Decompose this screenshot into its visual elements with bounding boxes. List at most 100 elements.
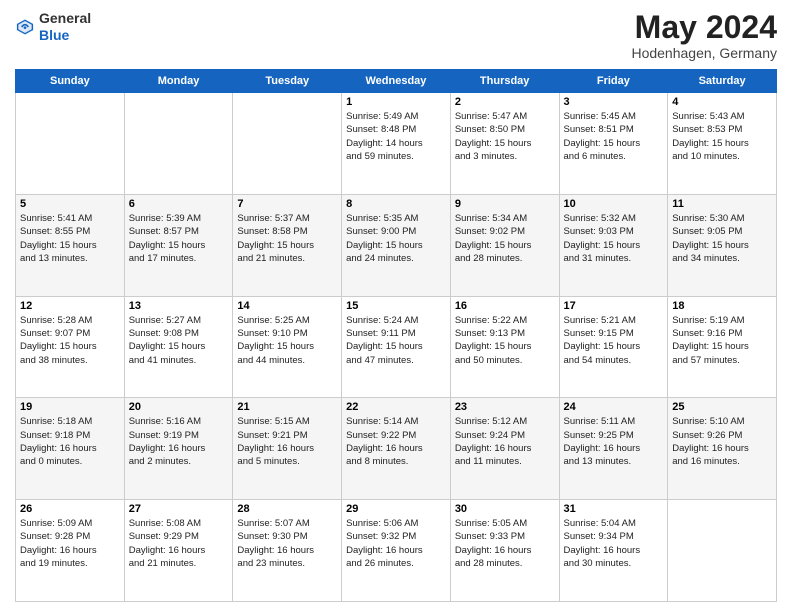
day-info: Sunrise: 5:11 AM Sunset: 9:25 PM Dayligh… bbox=[564, 415, 664, 468]
calendar-week-row: 12 Sunrise: 5:28 AM Sunset: 9:07 PM Dayli… bbox=[16, 296, 777, 398]
calendar-cell: 1 Sunrise: 5:49 AM Sunset: 8:48 PM Daylig… bbox=[342, 93, 451, 195]
calendar-cell: 2 Sunrise: 5:47 AM Sunset: 8:50 PM Daylig… bbox=[450, 93, 559, 195]
calendar-week-row: 5Sunrise: 5:41 AM Sunset: 8:55 PM Daylig… bbox=[16, 194, 777, 296]
header: General Blue May 2024 Hodenhagen, German… bbox=[15, 10, 777, 61]
calendar-cell: 20 Sunrise: 5:16 AM Sunset: 9:19 PM Dayli… bbox=[124, 398, 233, 500]
day-of-week-header: Wednesday bbox=[342, 70, 451, 93]
day-of-week-header: Saturday bbox=[668, 70, 777, 93]
calendar-cell: 8 Sunrise: 5:35 AM Sunset: 9:00 PM Daylig… bbox=[342, 194, 451, 296]
day-of-week-header: Tuesday bbox=[233, 70, 342, 93]
calendar-cell: 15 Sunrise: 5:24 AM Sunset: 9:11 PM Dayli… bbox=[342, 296, 451, 398]
day-info: Sunrise: 5:43 AM Sunset: 8:53 PM Dayligh… bbox=[672, 110, 772, 163]
day-info: Sunrise: 5:49 AM Sunset: 8:48 PM Dayligh… bbox=[346, 110, 446, 163]
day-number: 25 bbox=[672, 401, 772, 413]
day-info: Sunrise: 5:32 AM Sunset: 9:03 PM Dayligh… bbox=[564, 212, 664, 265]
calendar-cell: 31 Sunrise: 5:04 AM Sunset: 9:34 PM Dayli… bbox=[559, 500, 668, 602]
calendar: SundayMondayTuesdayWednesdayThursdayFrid… bbox=[15, 69, 777, 602]
calendar-week-row: 1 Sunrise: 5:49 AM Sunset: 8:48 PM Daylig… bbox=[16, 93, 777, 195]
calendar-cell: 10 Sunrise: 5:32 AM Sunset: 9:03 PM Dayli… bbox=[559, 194, 668, 296]
calendar-cell: 12 Sunrise: 5:28 AM Sunset: 9:07 PM Dayli… bbox=[16, 296, 125, 398]
day-info: Sunrise: 5:05 AM Sunset: 9:33 PM Dayligh… bbox=[455, 517, 555, 570]
day-number: 7 bbox=[237, 198, 337, 210]
calendar-cell: 30 Sunrise: 5:05 AM Sunset: 9:33 PM Dayli… bbox=[450, 500, 559, 602]
day-number: 5 bbox=[20, 198, 120, 210]
calendar-cell: 22Sunrise: 5:14 AM Sunset: 9:22 PM Dayli… bbox=[342, 398, 451, 500]
day-number: 4 bbox=[672, 96, 772, 108]
calendar-cell: 11 Sunrise: 5:30 AM Sunset: 9:05 PM Dayli… bbox=[668, 194, 777, 296]
day-number: 14 bbox=[237, 300, 337, 312]
day-info: Sunrise: 5:30 AM Sunset: 9:05 PM Dayligh… bbox=[672, 212, 772, 265]
calendar-cell: 19 Sunrise: 5:18 AM Sunset: 9:18 PM Dayli… bbox=[16, 398, 125, 500]
calendar-cell: 6Sunrise: 5:39 AM Sunset: 8:57 PM Daylig… bbox=[124, 194, 233, 296]
day-info: Sunrise: 5:27 AM Sunset: 9:08 PM Dayligh… bbox=[129, 314, 229, 367]
day-number: 27 bbox=[129, 503, 229, 515]
day-number: 30 bbox=[455, 503, 555, 515]
calendar-cell: 4 Sunrise: 5:43 AM Sunset: 8:53 PM Daylig… bbox=[668, 93, 777, 195]
day-info: Sunrise: 5:15 AM Sunset: 9:21 PM Dayligh… bbox=[237, 415, 337, 468]
location: Hodenhagen, Germany bbox=[631, 45, 777, 61]
day-info: Sunrise: 5:19 AM Sunset: 9:16 PM Dayligh… bbox=[672, 314, 772, 367]
day-number: 13 bbox=[129, 300, 229, 312]
day-number: 20 bbox=[129, 401, 229, 413]
day-number: 28 bbox=[237, 503, 337, 515]
day-number: 8 bbox=[346, 198, 446, 210]
calendar-cell: 3 Sunrise: 5:45 AM Sunset: 8:51 PM Daylig… bbox=[559, 93, 668, 195]
day-number: 3 bbox=[564, 96, 664, 108]
day-of-week-header: Friday bbox=[559, 70, 668, 93]
calendar-cell: 21Sunrise: 5:15 AM Sunset: 9:21 PM Dayli… bbox=[233, 398, 342, 500]
day-of-week-header: Thursday bbox=[450, 70, 559, 93]
calendar-cell bbox=[124, 93, 233, 195]
calendar-cell: 26Sunrise: 5:09 AM Sunset: 9:28 PM Dayli… bbox=[16, 500, 125, 602]
day-info: Sunrise: 5:09 AM Sunset: 9:28 PM Dayligh… bbox=[20, 517, 120, 570]
day-info: Sunrise: 5:45 AM Sunset: 8:51 PM Dayligh… bbox=[564, 110, 664, 163]
day-of-week-header: Sunday bbox=[16, 70, 125, 93]
calendar-body: 1 Sunrise: 5:49 AM Sunset: 8:48 PM Daylig… bbox=[16, 93, 777, 602]
calendar-cell: 24 Sunrise: 5:11 AM Sunset: 9:25 PM Dayli… bbox=[559, 398, 668, 500]
calendar-week-row: 26Sunrise: 5:09 AM Sunset: 9:28 PM Dayli… bbox=[16, 500, 777, 602]
logo-general: General bbox=[39, 10, 91, 26]
calendar-cell: 7Sunrise: 5:37 AM Sunset: 8:58 PM Daylig… bbox=[233, 194, 342, 296]
day-number: 6 bbox=[129, 198, 229, 210]
day-info: Sunrise: 5:06 AM Sunset: 9:32 PM Dayligh… bbox=[346, 517, 446, 570]
day-info: Sunrise: 5:28 AM Sunset: 9:07 PM Dayligh… bbox=[20, 314, 120, 367]
day-info: Sunrise: 5:24 AM Sunset: 9:11 PM Dayligh… bbox=[346, 314, 446, 367]
calendar-cell: 13 Sunrise: 5:27 AM Sunset: 9:08 PM Dayli… bbox=[124, 296, 233, 398]
calendar-cell: 29 Sunrise: 5:06 AM Sunset: 9:32 PM Dayli… bbox=[342, 500, 451, 602]
calendar-cell bbox=[233, 93, 342, 195]
day-number: 24 bbox=[564, 401, 664, 413]
day-number: 2 bbox=[455, 96, 555, 108]
day-info: Sunrise: 5:04 AM Sunset: 9:34 PM Dayligh… bbox=[564, 517, 664, 570]
day-number: 15 bbox=[346, 300, 446, 312]
day-info: Sunrise: 5:47 AM Sunset: 8:50 PM Dayligh… bbox=[455, 110, 555, 163]
day-info: Sunrise: 5:25 AM Sunset: 9:10 PM Dayligh… bbox=[237, 314, 337, 367]
day-number: 11 bbox=[672, 198, 772, 210]
calendar-week-row: 19 Sunrise: 5:18 AM Sunset: 9:18 PM Dayli… bbox=[16, 398, 777, 500]
day-info: Sunrise: 5:35 AM Sunset: 9:00 PM Dayligh… bbox=[346, 212, 446, 265]
calendar-cell: 14 Sunrise: 5:25 AM Sunset: 9:10 PM Dayli… bbox=[233, 296, 342, 398]
day-info: Sunrise: 5:12 AM Sunset: 9:24 PM Dayligh… bbox=[455, 415, 555, 468]
day-info: Sunrise: 5:18 AM Sunset: 9:18 PM Dayligh… bbox=[20, 415, 120, 468]
day-number: 10 bbox=[564, 198, 664, 210]
day-number: 19 bbox=[20, 401, 120, 413]
day-number: 1 bbox=[346, 96, 446, 108]
title-block: May 2024 Hodenhagen, Germany bbox=[631, 10, 777, 61]
calendar-header: SundayMondayTuesdayWednesdayThursdayFrid… bbox=[16, 70, 777, 93]
calendar-cell: 23 Sunrise: 5:12 AM Sunset: 9:24 PM Dayli… bbox=[450, 398, 559, 500]
calendar-cell: 27 Sunrise: 5:08 AM Sunset: 9:29 PM Dayli… bbox=[124, 500, 233, 602]
day-of-week-header: Monday bbox=[124, 70, 233, 93]
calendar-cell bbox=[668, 500, 777, 602]
day-number: 12 bbox=[20, 300, 120, 312]
logo-icon bbox=[15, 17, 35, 37]
calendar-cell: 9Sunrise: 5:34 AM Sunset: 9:02 PM Daylig… bbox=[450, 194, 559, 296]
day-number: 18 bbox=[672, 300, 772, 312]
day-info: Sunrise: 5:21 AM Sunset: 9:15 PM Dayligh… bbox=[564, 314, 664, 367]
day-info: Sunrise: 5:08 AM Sunset: 9:29 PM Dayligh… bbox=[129, 517, 229, 570]
day-info: Sunrise: 5:16 AM Sunset: 9:19 PM Dayligh… bbox=[129, 415, 229, 468]
day-info: Sunrise: 5:07 AM Sunset: 9:30 PM Dayligh… bbox=[237, 517, 337, 570]
calendar-cell bbox=[16, 93, 125, 195]
month-title: May 2024 bbox=[631, 10, 777, 45]
day-number: 31 bbox=[564, 503, 664, 515]
logo-blue: Blue bbox=[39, 27, 69, 43]
day-number: 29 bbox=[346, 503, 446, 515]
day-number: 23 bbox=[455, 401, 555, 413]
